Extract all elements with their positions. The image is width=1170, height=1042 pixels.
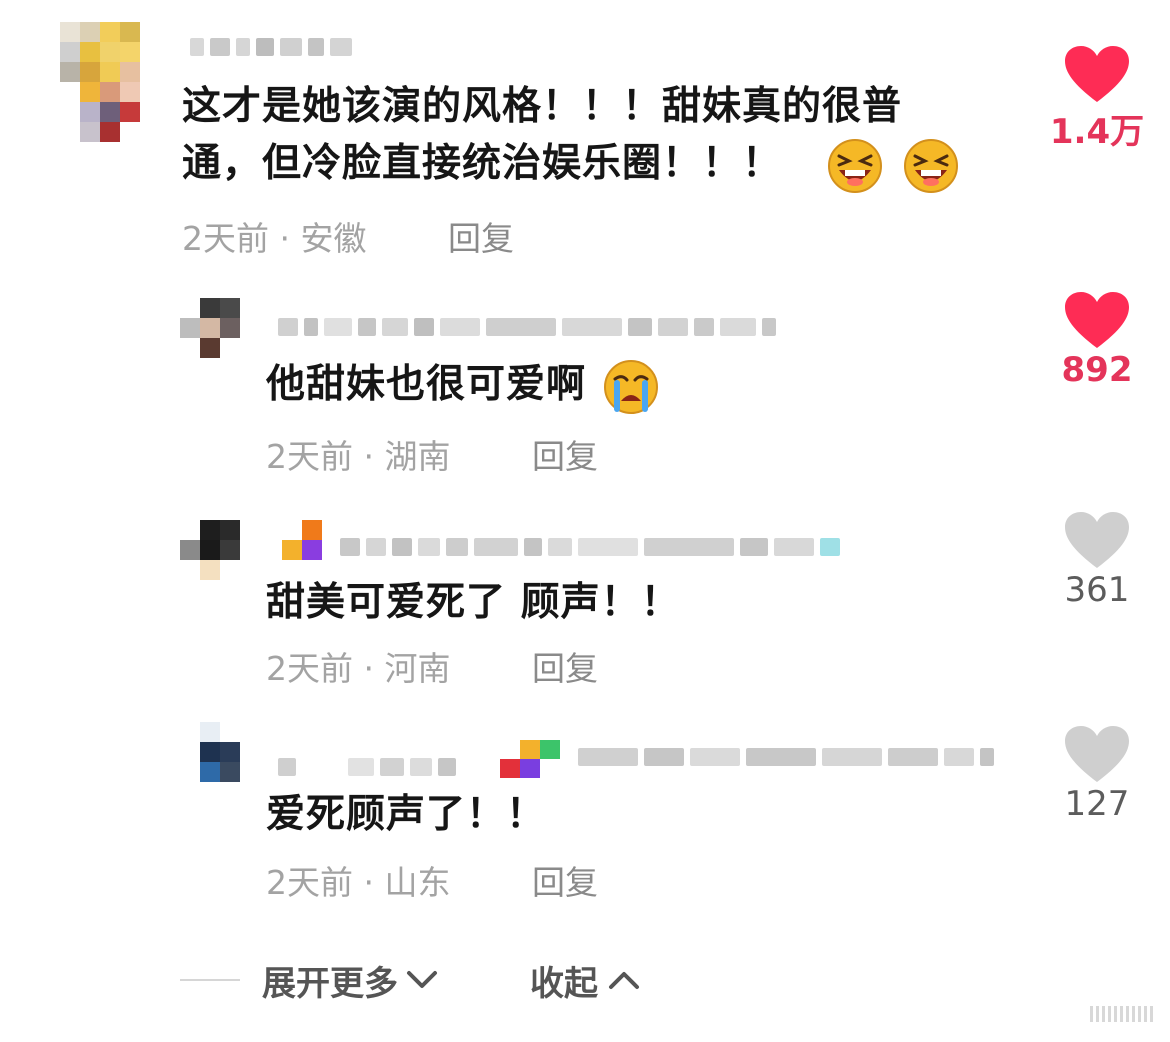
- like-count: 361: [1064, 570, 1130, 610]
- laugh-emoji-icon: [904, 138, 959, 193]
- comment-text-line: 甜美可爱死了 顾声！！: [266, 580, 681, 625]
- comment-text-line: 爱死顾声了！！: [266, 792, 547, 837]
- user-badge: [278, 520, 322, 560]
- crying-emoji-icon: [603, 359, 658, 414]
- collapse-label: 收起: [530, 963, 598, 1004]
- comment-text: 甜美可爱死了 顾声！！: [266, 574, 681, 631]
- heart-icon: [1065, 46, 1129, 102]
- username[interactable]: [278, 318, 776, 336]
- comment-text-line: 通，但冷脸直接统治娱乐圈！！！: [182, 141, 783, 186]
- comment-time: 2天前: [182, 219, 269, 258]
- comment-text: 爱死顾声了！！: [266, 786, 546, 843]
- comment-meta: 2天前 · 安徽: [182, 212, 366, 260]
- username-extra: [578, 748, 994, 766]
- meta-separator: ·: [353, 863, 385, 902]
- comment-meta: 2天前 · 山东: [266, 856, 450, 904]
- comment-time: 2天前: [266, 863, 353, 902]
- comment-time: 2天前: [266, 437, 353, 476]
- expand-more-label: 展开更多: [262, 963, 398, 1004]
- like-button[interactable]: 361: [1037, 510, 1157, 610]
- meta-separator: ·: [353, 649, 385, 688]
- username[interactable]: [278, 758, 456, 776]
- reply-button[interactable]: 回复: [532, 430, 598, 478]
- comment-location: 河南: [384, 649, 451, 688]
- comment-meta: 2天前 · 湖南: [266, 430, 450, 478]
- like-button[interactable]: 127: [1037, 724, 1157, 824]
- reply-button[interactable]: 回复: [448, 212, 514, 260]
- reply-button[interactable]: 回复: [532, 642, 598, 690]
- like-button[interactable]: 892: [1037, 290, 1157, 390]
- comment-text-line: 他甜妹也很可爱啊: [266, 362, 587, 407]
- meta-separator: ·: [353, 437, 385, 476]
- like-count: 127: [1064, 784, 1130, 824]
- comment-text-line: 这才是她该演的风格！！！甜妹真的很普: [182, 84, 903, 129]
- comment-footer: 展开更多 收起: [180, 952, 642, 1008]
- avatar[interactable]: [180, 298, 240, 358]
- username[interactable]: [190, 38, 352, 56]
- meta-separator: ·: [269, 219, 301, 258]
- avatar[interactable]: [60, 22, 140, 142]
- comment-location: 安徽: [300, 219, 367, 258]
- watermark-icon: [1090, 1006, 1153, 1022]
- laugh-emoji-icon: [827, 138, 882, 193]
- chevron-down-icon: [407, 971, 437, 988]
- username[interactable]: [340, 538, 840, 556]
- user-badge: [500, 740, 560, 778]
- avatar[interactable]: [180, 722, 240, 782]
- comment-location: 湖南: [384, 437, 451, 476]
- heart-icon: [1065, 726, 1129, 782]
- expand-more-button[interactable]: 展开更多: [262, 956, 440, 1005]
- divider: [180, 979, 240, 981]
- like-count: 1.4万: [1049, 112, 1145, 152]
- chevron-up-icon: [609, 972, 639, 989]
- like-button[interactable]: 1.4万: [1037, 44, 1157, 153]
- reply-button[interactable]: 回复: [532, 856, 598, 904]
- comment-text: 他甜妹也很可爱啊: [266, 356, 659, 415]
- comment-time: 2天前: [266, 649, 353, 688]
- comment-text: 这才是她该演的风格！！！甜妹真的很普 通，但冷脸直接统治娱乐圈！！！: [182, 78, 1022, 194]
- heart-icon: [1065, 292, 1129, 348]
- avatar[interactable]: [180, 520, 240, 580]
- comment-location: 山东: [384, 863, 451, 902]
- heart-icon: [1065, 512, 1129, 568]
- collapse-button[interactable]: 收起: [530, 956, 642, 1005]
- like-count: 892: [1061, 350, 1133, 390]
- comment-meta: 2天前 · 河南: [266, 642, 450, 690]
